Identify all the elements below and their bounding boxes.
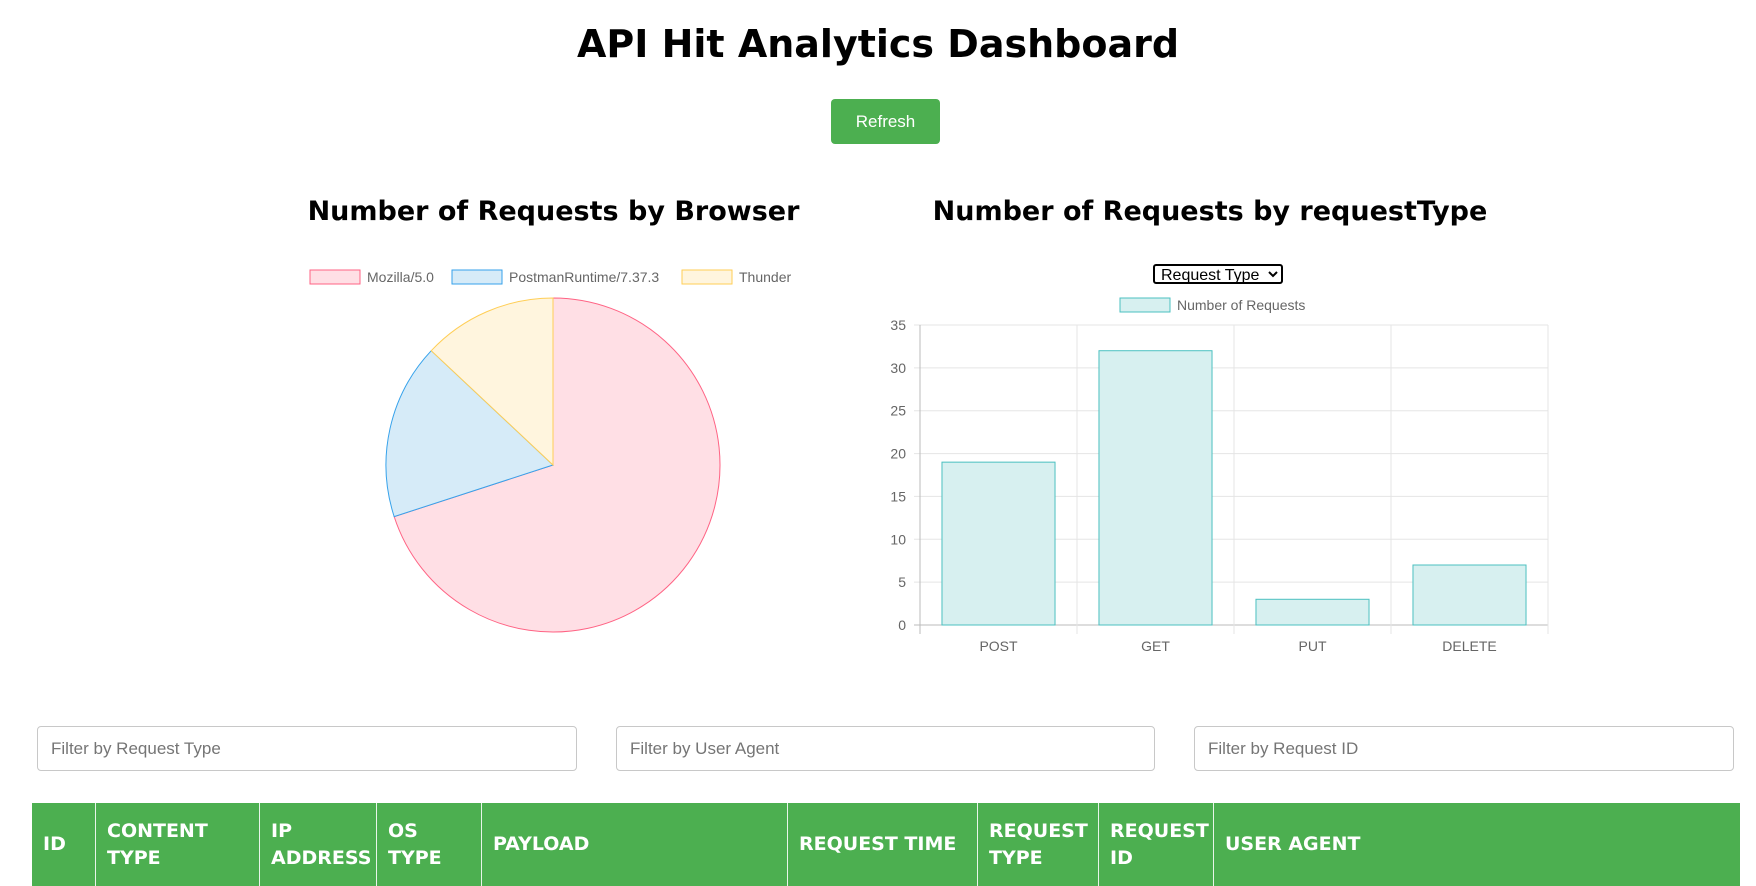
- bar-x-label-3: DELETE: [1442, 638, 1496, 654]
- column-header-ip-address[interactable]: IP ADDRESS: [260, 803, 377, 886]
- request-type-select[interactable]: Request Type: [1153, 264, 1283, 284]
- request-id-filter-input[interactable]: [1194, 726, 1734, 771]
- column-header-user-agent[interactable]: USER AGENT: [1214, 803, 1740, 886]
- pie-legend-swatch-2: [681, 269, 733, 285]
- bar-get: [1098, 350, 1213, 626]
- pie-legend-swatch-0: [309, 269, 361, 285]
- bar-y-tick-6: 30: [890, 360, 906, 376]
- bar-delete: [1412, 564, 1527, 626]
- bar-y-tick-3: 15: [890, 488, 906, 504]
- bar-x-label-0: POST: [979, 638, 1018, 654]
- bar-y-tick-5: 25: [890, 403, 906, 419]
- pie-legend-swatch-1: [451, 269, 503, 285]
- pie-legend-label-0: Mozilla/5.0: [367, 269, 434, 285]
- request-type-filter-input[interactable]: [37, 726, 577, 771]
- column-header-request-id[interactable]: REQUEST ID: [1099, 803, 1214, 886]
- bar-y-tick-0: 0: [898, 617, 906, 633]
- bar-legend-label: Number of Requests: [1177, 297, 1305, 313]
- bar-y-tick-2: 10: [890, 531, 906, 547]
- column-header-request-type[interactable]: REQUEST TYPE: [978, 803, 1099, 886]
- bar-y-tick-1: 5: [898, 574, 906, 590]
- bar-x-label-2: PUT: [1299, 638, 1327, 654]
- pie-legend-label-2: Thunder: [739, 269, 791, 285]
- bar-put: [1255, 598, 1370, 626]
- bar-y-tick-7: 35: [890, 317, 906, 333]
- pie-legend-label-1: PostmanRuntime/7.37.3: [509, 269, 659, 285]
- column-header-payload[interactable]: PAYLOAD: [482, 803, 788, 886]
- bar-post: [941, 461, 1056, 626]
- column-header-request-time[interactable]: REQUEST TIME: [788, 803, 978, 886]
- bar-y-tick-4: 20: [890, 446, 906, 462]
- column-header-os-type[interactable]: OS TYPE: [377, 803, 482, 886]
- user-agent-filter-input[interactable]: [616, 726, 1155, 771]
- column-header-content-type[interactable]: CONTENT TYPE: [96, 803, 260, 886]
- bar-x-label-1: GET: [1141, 638, 1170, 654]
- column-header-id[interactable]: ID: [32, 803, 96, 886]
- bar-legend-swatch: [1119, 297, 1171, 313]
- table-header-row: ID CONTENT TYPE IP ADDRESS OS TYPE PAYLO…: [32, 803, 1740, 886]
